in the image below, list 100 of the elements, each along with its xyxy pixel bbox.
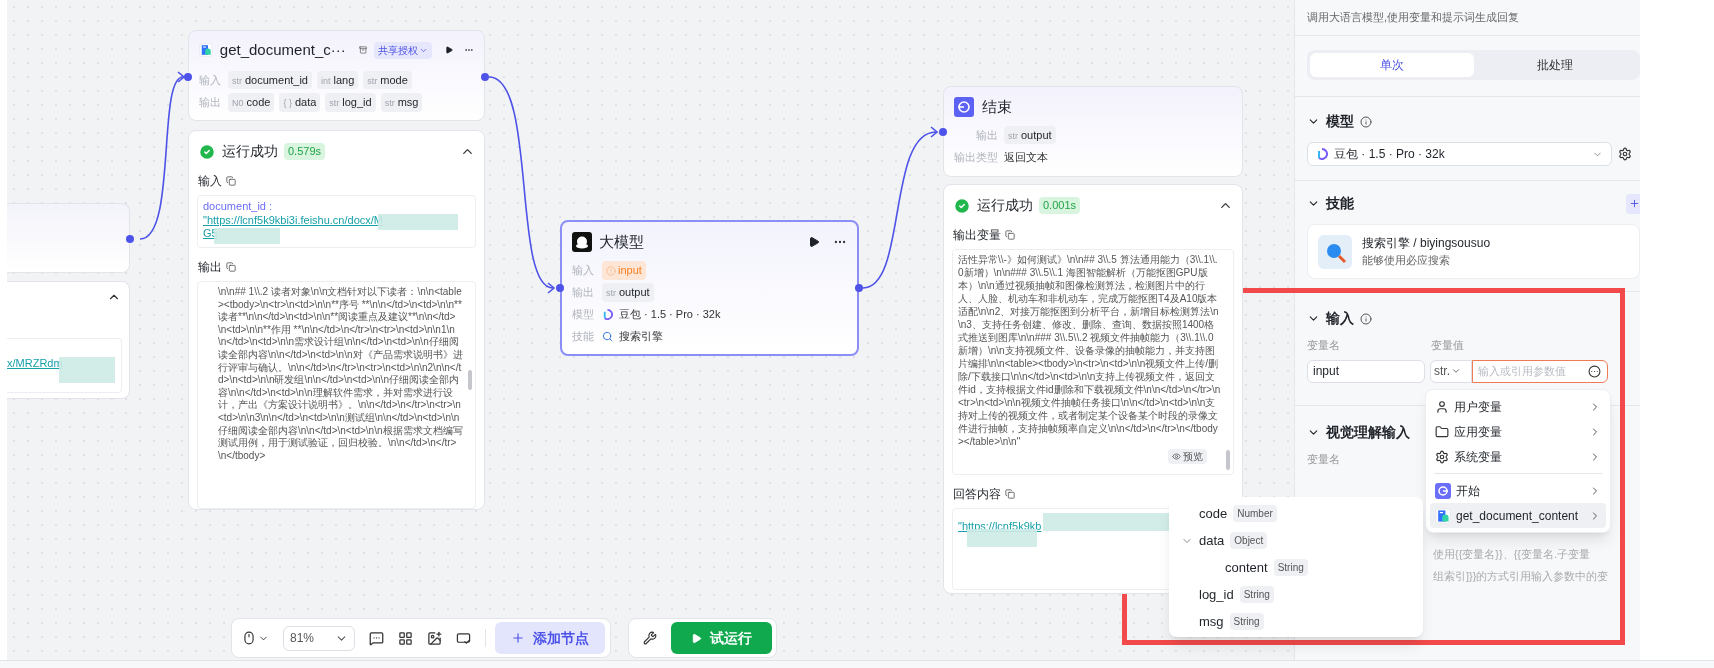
document-icon	[1435, 507, 1451, 524]
storage-icon	[358, 44, 368, 57]
type-tag: Object	[1230, 532, 1268, 549]
folder-icon	[1435, 424, 1449, 439]
tab[interactable]: 批处理	[1473, 53, 1637, 77]
wrench-icon[interactable]	[643, 631, 657, 645]
section-title: 视觉理解输入	[1326, 422, 1410, 442]
menu-item[interactable]: get_document_content	[1430, 503, 1606, 528]
parameter-tag: str mode	[363, 70, 412, 89]
screen-check-icon[interactable]	[456, 630, 471, 646]
node-title: 大模型	[599, 232, 644, 252]
model-select[interactable]: 豆包 · 1.5 · Pro · 32k	[1307, 142, 1612, 166]
row-label: 输入	[199, 72, 222, 88]
row-label: 输出	[199, 95, 222, 110]
user-icon	[1435, 399, 1449, 414]
info-icon	[1360, 312, 1372, 325]
end-node[interactable]: 结束 输出 str output 输出类型 返回文本	[943, 86, 1243, 177]
add-node-button[interactable]: 添加节点	[495, 622, 605, 654]
menu-item[interactable]: 开始	[1430, 478, 1606, 503]
column-header: 变量值	[1431, 338, 1464, 353]
skill-description: 能够使用必应搜索	[1362, 253, 1451, 269]
menu-item[interactable]: 用户变量	[1430, 394, 1606, 419]
add-button[interactable]	[1626, 193, 1640, 214]
variable-name[interactable]: msg	[1199, 611, 1224, 632]
node-title: 结束	[982, 97, 1012, 117]
plugin-node[interactable]: get_document_c··· 共享授权 输入 str document_id int lang str mode 输出 N0 code { } data str log_id str msg	[188, 30, 485, 121]
settings-icon[interactable]	[1618, 147, 1632, 161]
parameter-tag: input	[602, 261, 646, 280]
output-text: \n\n## 1\\.2 读者对象\n\n文档针对以下读者：\n\n<table><tbody>\n<tr>\n<td>\n\n**序号 **\n\n</td>\n<td>\n\n**读者**\n\n</td>\n<td>\n\n**阅读重点及建议**\n\n</td>\n<td>\n\n**作用 **\n\n</td>\n</tr>\n<tr>\n<td>\n\n1\n\n</td>\n<td>\n\n需求设计组\n\n</td>\n<td>\n\n仔细阅读全部内容\n\n</td>\n<td>\n\n对《产品需求说明书》进行评审与确认。\n\n</td>\n</tr>\n<tr>\n<td>\n\n2\n\n</td>\n<td>\n\n研发组\n\n</td>\n<td>\n\n仔细阅读全部内容\n\n</td>\n<td>\n\n理解软件需求，并对需求进行设计，产出《方案设计说明书》。\n\n</td>\n</tr>\n<tr>\n<td>\n\n3\n\n</td>\n<td>\n\n测试组\n\n</td>\n<td>\n\n仔细阅读全部内容\n\n</td>\n<td>\n\n根据需求文档编写测试用例，用于测试验证，回归校验。\n\n</td>\n</tr>\n</tbody>	[218, 286, 463, 463]
hint-text: 使用{{变量名}}、{{变量名.子变量	[1433, 546, 1592, 562]
run-status: 运行成功	[977, 196, 1033, 215]
section-title: 技能	[1326, 194, 1354, 213]
parameter-tag: { } data	[279, 93, 321, 112]
preview-button[interactable]: 预览	[1168, 449, 1207, 464]
zoom-select[interactable]: 81%	[283, 625, 355, 651]
node-title: get_document_c···	[219, 40, 346, 60]
search-icon	[602, 331, 613, 342]
input-key: document_id :	[203, 200, 273, 214]
row-label: 输出类型	[954, 150, 998, 165]
column-header: 变量名	[1307, 451, 1340, 467]
play-icon[interactable]	[445, 44, 454, 57]
tab[interactable]: 单次	[1310, 53, 1474, 77]
column-header: 变量名	[1307, 338, 1341, 353]
type-tag: String	[1239, 586, 1274, 603]
section-title: 输出变量	[953, 227, 1001, 244]
variable-name[interactable]: log_id	[1199, 584, 1234, 605]
menu-item[interactable]: 应用变量	[1430, 419, 1606, 444]
variable-name-field[interactable]: input	[1307, 359, 1425, 383]
image-icon[interactable]	[427, 630, 442, 646]
scrollbar-thumb[interactable]	[468, 370, 472, 390]
copy-icon[interactable]	[226, 176, 236, 186]
section-title: 输入	[1326, 309, 1354, 328]
node-card[interactable]	[7, 203, 130, 273]
output-text: 活性异常\\-》如何测试》\n\n## 3\\.5 算法通用能力（3\\.1\\.0新增）\n\n### 3\\.5\\.1 海图智能解析（万能抠图GPU版本）\n\n通过视频抽帧和图像检测算法，检测图片中的行人、人脸、机动车和非机动车，完成万能抠图T4及A10版本适配\n\n2、对接万能抠图到分析平台，新增目标检测算法\n\n3、支持任务创建、修改、删除、查询、数据按照1400格式推送到图库\n\n### 3\\.5\\.2 视频文件抽帧能力（3\\.1\\.0新增）\n\n支持视频文件、设备录像的抽帧能力，并支持图片编排\n\n<table><tbody>\n<tr>\n<td>\n\n视频文件上传/删除/下载接口\n\n</td>\n<td>\n\n支持上传视频文件，返回文件id，支持根据文件id删除和下载视频文件\n\n</td>\n</tr>\n<tr>\n<td>\n\n视频文件抽帧任务接口\n\n</td>\n<td>\n\n支持对上传的视频文件，或者制定某个设备某个时段的录像文件进行抽帧，支持抽帧频率自定义\n\n</td>\n</tr>\n</tbody></table>\n\n"	[958, 253, 1221, 448]
row-label: 输入	[572, 263, 595, 279]
copy-icon[interactable]	[226, 262, 236, 272]
skill-card[interactable]: 搜索引擎 / biyingsousuo 能够使用必应搜索	[1307, 224, 1640, 279]
type-tag: Number	[1233, 505, 1277, 522]
eye-icon	[1172, 452, 1181, 461]
end-node-icon	[954, 97, 974, 118]
parameter-tag: str output	[1004, 125, 1056, 144]
row-label: 输出	[976, 127, 998, 143]
node-description: 调用大语言模型,使用变量和提示词生成回复	[1307, 10, 1520, 26]
parameter-tag: N0 code	[228, 93, 275, 112]
variable-name[interactable]: content	[1225, 557, 1268, 578]
type-select[interactable]: str.	[1430, 359, 1472, 383]
play-icon	[691, 632, 702, 644]
parameter-tag: int lang	[317, 70, 359, 89]
variable-name[interactable]: data	[1199, 530, 1225, 551]
reference-icon[interactable]	[1588, 364, 1601, 378]
comment-icon[interactable]	[369, 630, 384, 646]
copy-icon[interactable]	[1005, 489, 1015, 499]
duration-badge: 0.001s	[1039, 197, 1081, 214]
skill-name: 搜索引擎 / biyingsousuo	[1362, 235, 1491, 253]
play-icon[interactable]	[808, 236, 820, 249]
skill-name: 搜索引擎	[619, 329, 663, 345]
scrollbar-thumb[interactable]	[1226, 450, 1230, 470]
model-node-icon	[572, 232, 592, 253]
section-title: 输出	[198, 259, 222, 276]
value-field[interactable]: 输入或引用参数值	[1472, 359, 1608, 383]
row-label: 模型	[572, 307, 595, 323]
warning-icon	[606, 265, 616, 276]
menu-item[interactable]: 系统变量	[1430, 444, 1606, 469]
hint-text: 组索引]}}的方式引用输入参数中的变	[1433, 569, 1609, 584]
plus-icon	[511, 631, 525, 645]
duration-badge: 0.579s	[284, 143, 326, 160]
mouse-icon[interactable]	[242, 631, 256, 645]
run-status: 运行成功	[222, 142, 278, 161]
caret-icon	[1451, 366, 1461, 376]
row-label: 技能	[572, 329, 595, 345]
llm-node[interactable]: 大模型 输入 input 输出 str output 模型 豆包 · 1.5 · Pro · 32k 技能 搜索引擎	[560, 220, 859, 356]
model-logo-icon	[602, 309, 613, 320]
type-tag: String	[1273, 559, 1308, 576]
grid-icon[interactable]	[398, 630, 413, 646]
parameter-tag: str output	[602, 283, 654, 302]
share-badge[interactable]: 共享授权	[374, 41, 433, 59]
variable-name[interactable]: code	[1199, 503, 1228, 524]
type-tag: String	[1229, 613, 1264, 630]
model-name: 豆包 · 1.5 · Pro · 32k	[619, 307, 721, 323]
copy-icon[interactable]	[1005, 230, 1015, 240]
